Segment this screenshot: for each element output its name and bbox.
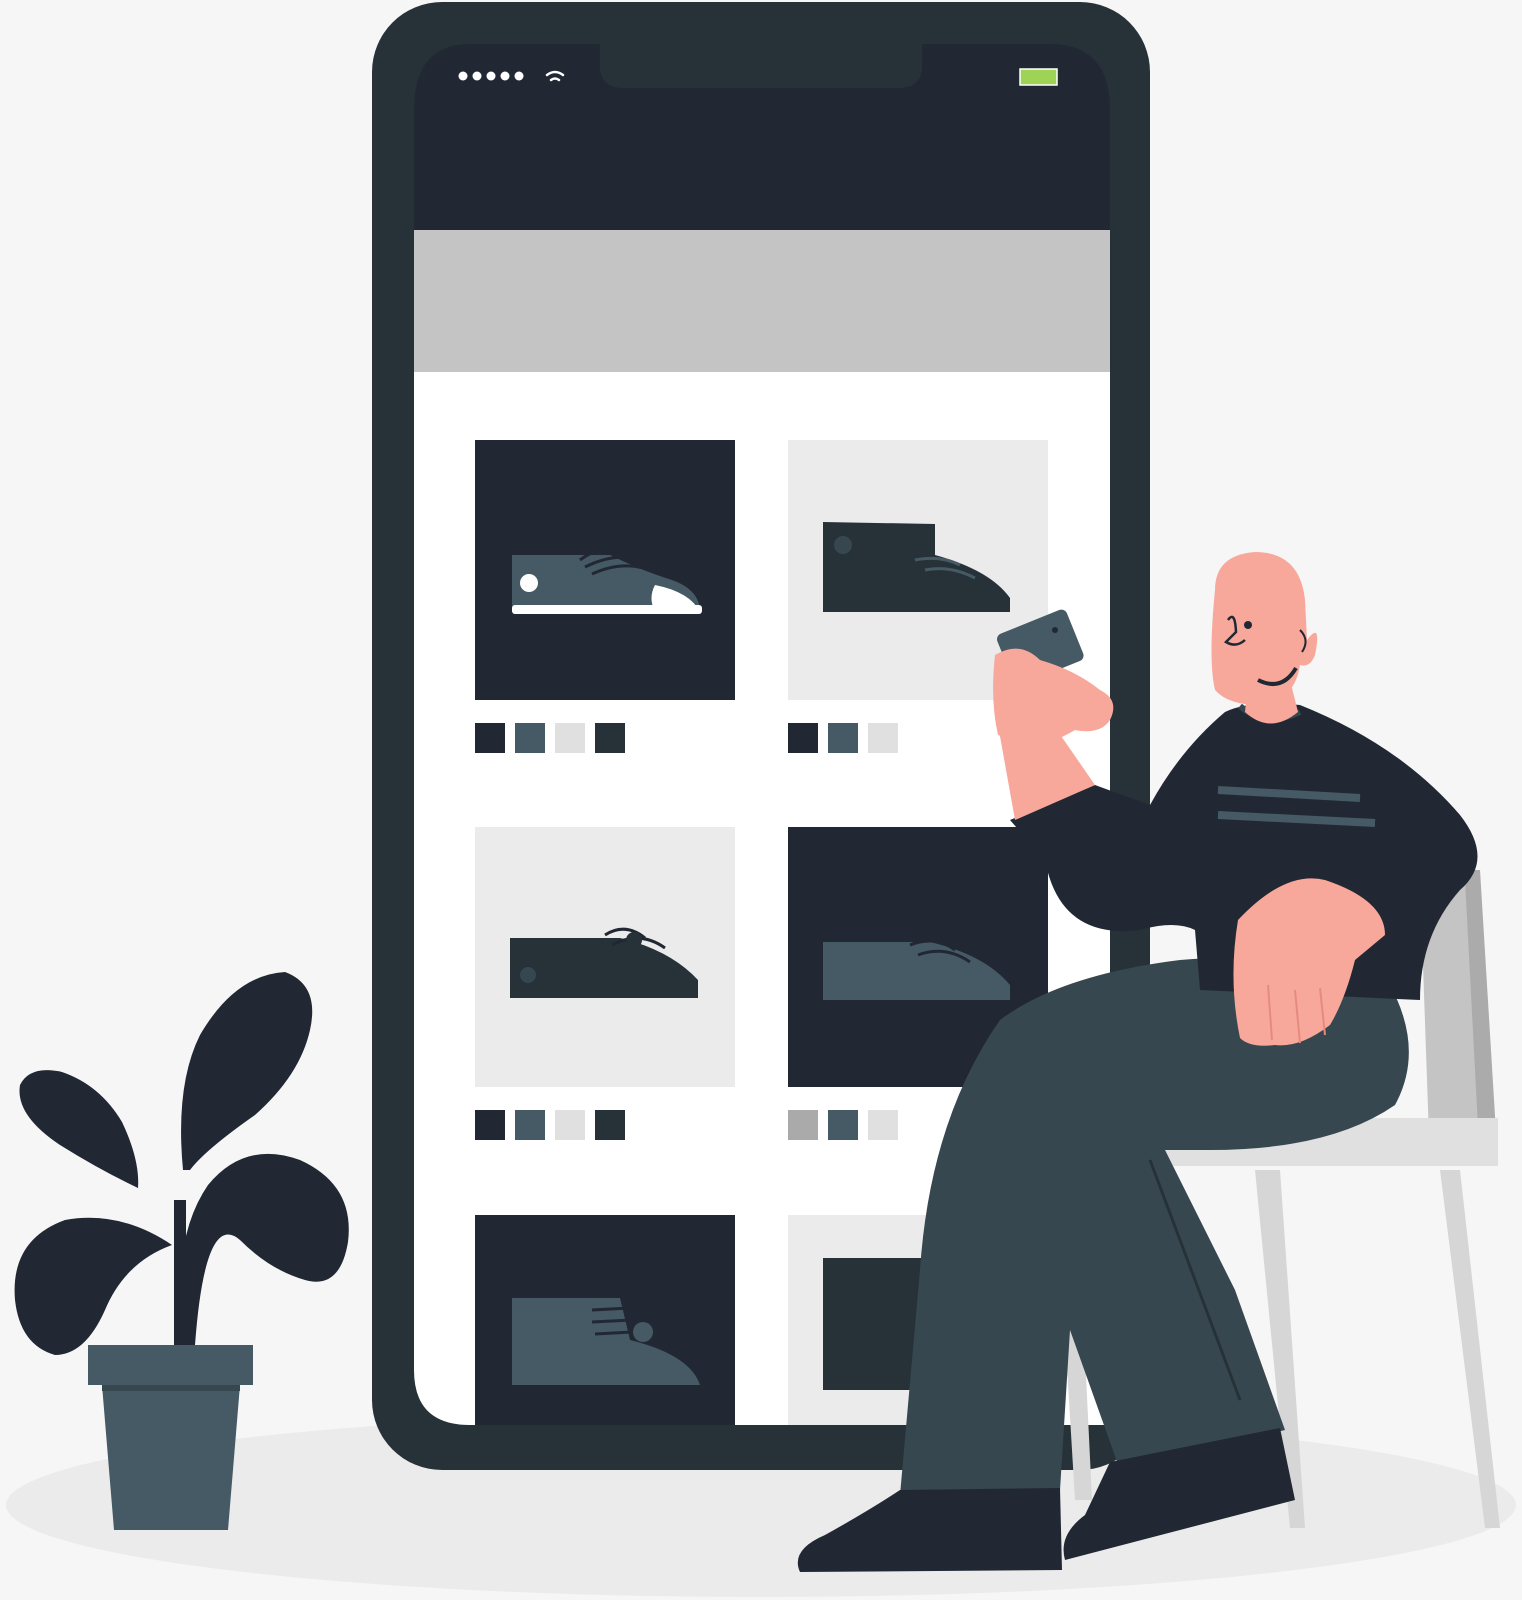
pot-rim (88, 1345, 253, 1385)
held-phone-camera (1052, 627, 1058, 633)
swatch[interactable] (515, 723, 545, 753)
swatch[interactable] (475, 1110, 505, 1140)
swatch[interactable] (555, 723, 585, 753)
swatch[interactable] (868, 1110, 898, 1140)
swatch[interactable] (595, 1110, 625, 1140)
promo-banner[interactable] (400, 230, 1120, 372)
swatch[interactable] (595, 723, 625, 753)
pot-body (102, 1385, 240, 1530)
dark-boot-icon (823, 1258, 923, 1390)
pot-rim-shadow (102, 1385, 240, 1391)
product-tile[interactable] (475, 440, 735, 700)
swatch[interactable] (828, 1110, 858, 1140)
color-swatches (788, 1110, 898, 1140)
battery-icon (1019, 68, 1058, 86)
swatch[interactable] (828, 723, 858, 753)
swatch[interactable] (788, 1110, 818, 1140)
product-tile[interactable] (475, 827, 735, 1087)
swatch[interactable] (868, 723, 898, 753)
face-eye (1244, 621, 1252, 629)
swatch[interactable] (555, 1110, 585, 1140)
illustration-scene (6, 2, 1516, 1597)
swatch[interactable] (515, 1110, 545, 1140)
plant-leaves (14, 972, 349, 1355)
color-swatches (788, 723, 898, 753)
swatch[interactable] (475, 723, 505, 753)
swatch[interactable] (788, 723, 818, 753)
